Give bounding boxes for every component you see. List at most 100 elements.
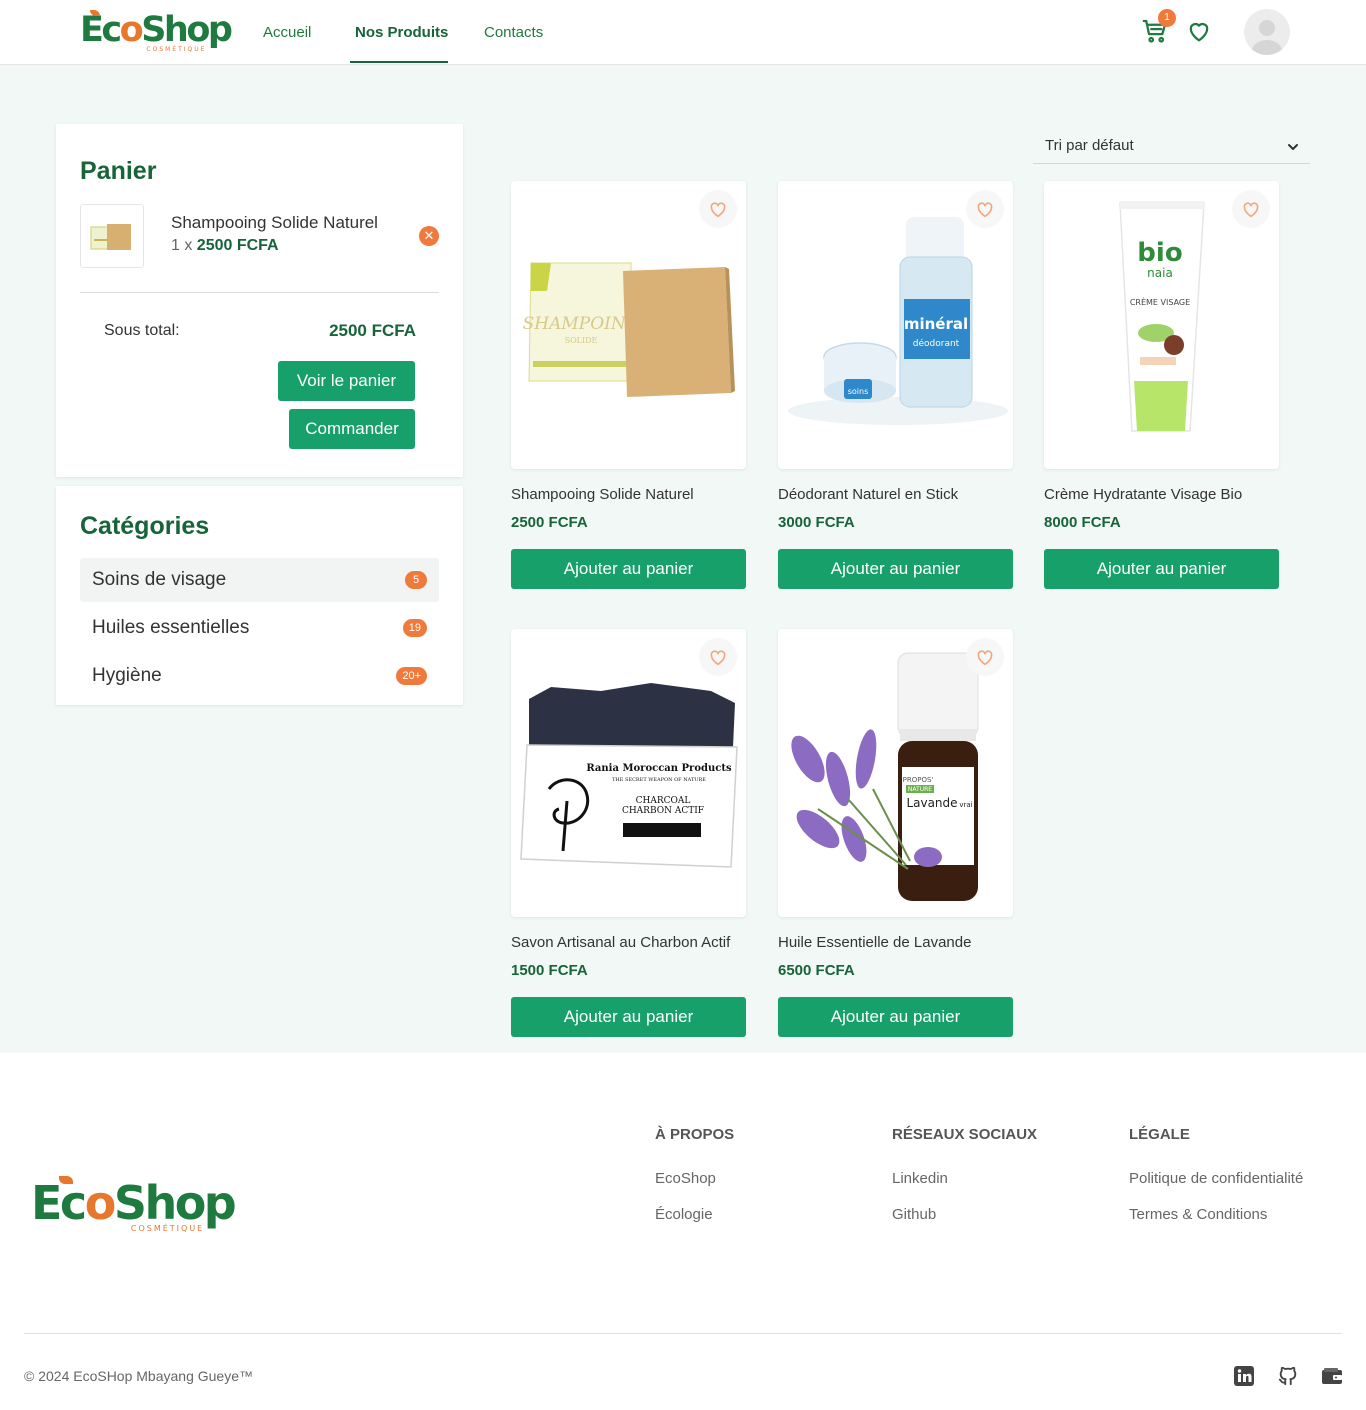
- product-name[interactable]: Huile Essentielle de Lavande: [778, 934, 971, 951]
- product-card: minéral déodorant soins Déodorant Nature…: [778, 181, 1013, 591]
- add-to-cart-button[interactable]: Ajouter au panier: [1044, 549, 1279, 589]
- product-name[interactable]: Déodorant Naturel en Stick: [778, 486, 958, 503]
- category-name: Hygiène: [92, 665, 162, 686]
- heart-icon: [977, 650, 993, 666]
- logo-subtitle: COSMÉTIQUE: [130, 1224, 205, 1233]
- cart-panel: Panier Shampooing Solide Naturel 1 x 250…: [56, 124, 463, 477]
- category-count-badge: 20+: [396, 667, 427, 685]
- remove-item-button[interactable]: ✕: [419, 226, 439, 246]
- product-price: 8000 FCFA: [1044, 514, 1121, 531]
- order-button[interactable]: Commander: [289, 409, 415, 449]
- footer-link-linkedin[interactable]: Linkedin: [892, 1170, 948, 1187]
- footer-logo[interactable]: EcoShop COSMÉTIQUE: [31, 1176, 237, 1233]
- footer-column-title: LÉGALE: [1129, 1126, 1190, 1143]
- sort-select[interactable]: Tri par défaut: [1033, 130, 1310, 164]
- soap-brand: Rania Moroccan Products: [586, 763, 732, 774]
- product-image[interactable]: bio naia CRÈME VISAGE: [1044, 181, 1279, 469]
- heart-icon: [1243, 202, 1259, 218]
- footer-column-title: À PROPOS: [655, 1126, 735, 1143]
- box-sublabel: SOLIDE: [565, 336, 598, 345]
- category-soins-de-visage[interactable]: Soins de visage 5: [80, 558, 439, 602]
- linkedin-icon[interactable]: [1233, 1365, 1255, 1387]
- deodorant-sublabel: déodorant: [913, 338, 960, 349]
- categories-panel: Catégories Soins de visage 5 Huiles esse…: [56, 486, 463, 705]
- site-header: EcoShop COSMÉTIQUE Accueil Nos Produits …: [0, 0, 1366, 65]
- cart-item-name[interactable]: Shampooing Solide Naturel: [171, 213, 378, 233]
- product-price: 3000 FCFA: [778, 514, 855, 531]
- cart-count-badge: 1: [1158, 9, 1176, 27]
- logo-subtitle: COSMÉTIQUE: [146, 46, 207, 53]
- footer-divider: [24, 1333, 1342, 1334]
- footer-link-ecologie[interactable]: Écologie: [655, 1206, 713, 1223]
- nav-accueil[interactable]: Accueil: [263, 24, 311, 41]
- favorite-button[interactable]: [966, 638, 1004, 676]
- add-to-cart-button[interactable]: Ajouter au panier: [778, 997, 1013, 1037]
- favorite-button[interactable]: [1232, 190, 1270, 228]
- category-huiles-essentielles[interactable]: Huiles essentielles 19: [80, 606, 439, 650]
- favorite-button[interactable]: [699, 190, 737, 228]
- view-cart-button[interactable]: Voir le panier: [278, 361, 415, 401]
- product-name[interactable]: Shampooing Solide Naturel: [511, 486, 694, 503]
- cap-label: soins: [848, 387, 869, 396]
- wallet-icon[interactable]: [1321, 1365, 1343, 1387]
- category-count-badge: 5: [405, 571, 427, 589]
- favorite-button[interactable]: [699, 638, 737, 676]
- add-to-cart-button[interactable]: Ajouter au panier: [778, 549, 1013, 589]
- leaf-icon: [59, 1176, 73, 1184]
- footer-column-title: RÉSEAUX SOCIAUX: [892, 1126, 1038, 1143]
- oil-label: Lavande: [906, 796, 957, 810]
- add-to-cart-button[interactable]: Ajouter au panier: [511, 549, 746, 589]
- add-to-cart-button[interactable]: Ajouter au panier: [511, 997, 746, 1037]
- cart-item-thumbnail[interactable]: [80, 204, 144, 268]
- soap-tagline: THE SECRET WEAPON OF NATURE: [612, 777, 706, 783]
- tube-label: CRÈME VISAGE: [1130, 296, 1190, 307]
- main-content: Panier Shampooing Solide Naturel 1 x 250…: [0, 65, 1366, 1053]
- deodorant-label: minéral: [904, 315, 968, 333]
- soap-label: CHARCOAL: [636, 796, 691, 806]
- product-image[interactable]: Rania Moroccan Products THE SECRET WEAPO…: [511, 629, 746, 917]
- product-price: 1500 FCFA: [511, 962, 588, 979]
- cart-title: Panier: [80, 157, 157, 185]
- divider: [80, 292, 439, 293]
- wishlist-button[interactable]: [1185, 17, 1213, 45]
- product-image[interactable]: minéral déodorant soins: [778, 181, 1013, 469]
- category-hygiene[interactable]: Hygiène 20+: [80, 654, 439, 698]
- product-name[interactable]: Savon Artisanal au Charbon Actif: [511, 934, 730, 951]
- close-icon: ✕: [423, 228, 435, 243]
- subtotal-value: 2500 FCFA: [329, 321, 416, 340]
- site-footer: EcoShop COSMÉTIQUE À PROPOS EcoShop Écol…: [0, 1053, 1366, 1410]
- product-price: 2500 FCFA: [511, 514, 588, 531]
- nav-contacts[interactable]: Contacts: [484, 24, 543, 41]
- product-card: SHAMPOING SOLIDE Shampooing Solide Natur…: [511, 181, 746, 591]
- heart-icon: [710, 202, 726, 218]
- product-card: Rania Moroccan Products THE SECRET WEAPO…: [511, 629, 746, 1039]
- oil-brand: PROPOS': [903, 776, 934, 784]
- footer-link-github[interactable]: Github: [892, 1206, 936, 1223]
- nav-nos-produits[interactable]: Nos Produits: [355, 24, 448, 41]
- category-name: Soins de visage: [92, 569, 227, 590]
- user-avatar-icon: [1252, 20, 1282, 55]
- categories-title: Catégories: [80, 512, 210, 540]
- brand-label-2: naia: [1147, 266, 1173, 280]
- product-price: 6500 FCFA: [778, 962, 855, 979]
- footer-link-terms[interactable]: Termes & Conditions: [1129, 1206, 1267, 1223]
- oil-brand-2: NATURE: [908, 786, 932, 793]
- active-nav-indicator: [350, 61, 448, 63]
- logo-wordmark: EcoShop: [31, 1176, 237, 1230]
- footer-link-ecoshop[interactable]: EcoShop: [655, 1170, 716, 1187]
- github-icon[interactable]: [1277, 1365, 1299, 1387]
- sort-selected-value: Tri par défaut: [1045, 137, 1134, 154]
- product-card: PROPOS' NATURE Lavande vrai Huile Essent…: [778, 629, 1013, 1039]
- soap-thumbnail-image: [90, 224, 131, 250]
- category-name: Huiles essentielles: [92, 617, 250, 638]
- chevron-down-icon: [1288, 144, 1298, 150]
- product-image[interactable]: PROPOS' NATURE Lavande vrai: [778, 629, 1013, 917]
- product-name[interactable]: Crème Hydratante Visage Bio: [1044, 486, 1242, 503]
- heart-icon: [710, 650, 726, 666]
- logo[interactable]: EcoShop COSMÉTIQUE: [80, 10, 233, 53]
- footer-link-privacy[interactable]: Politique de confidentialité: [1129, 1170, 1303, 1187]
- favorite-button[interactable]: [966, 190, 1004, 228]
- user-avatar[interactable]: [1244, 9, 1290, 55]
- logo-wordmark: EcoShop: [80, 10, 233, 50]
- product-image[interactable]: SHAMPOING SOLIDE: [511, 181, 746, 469]
